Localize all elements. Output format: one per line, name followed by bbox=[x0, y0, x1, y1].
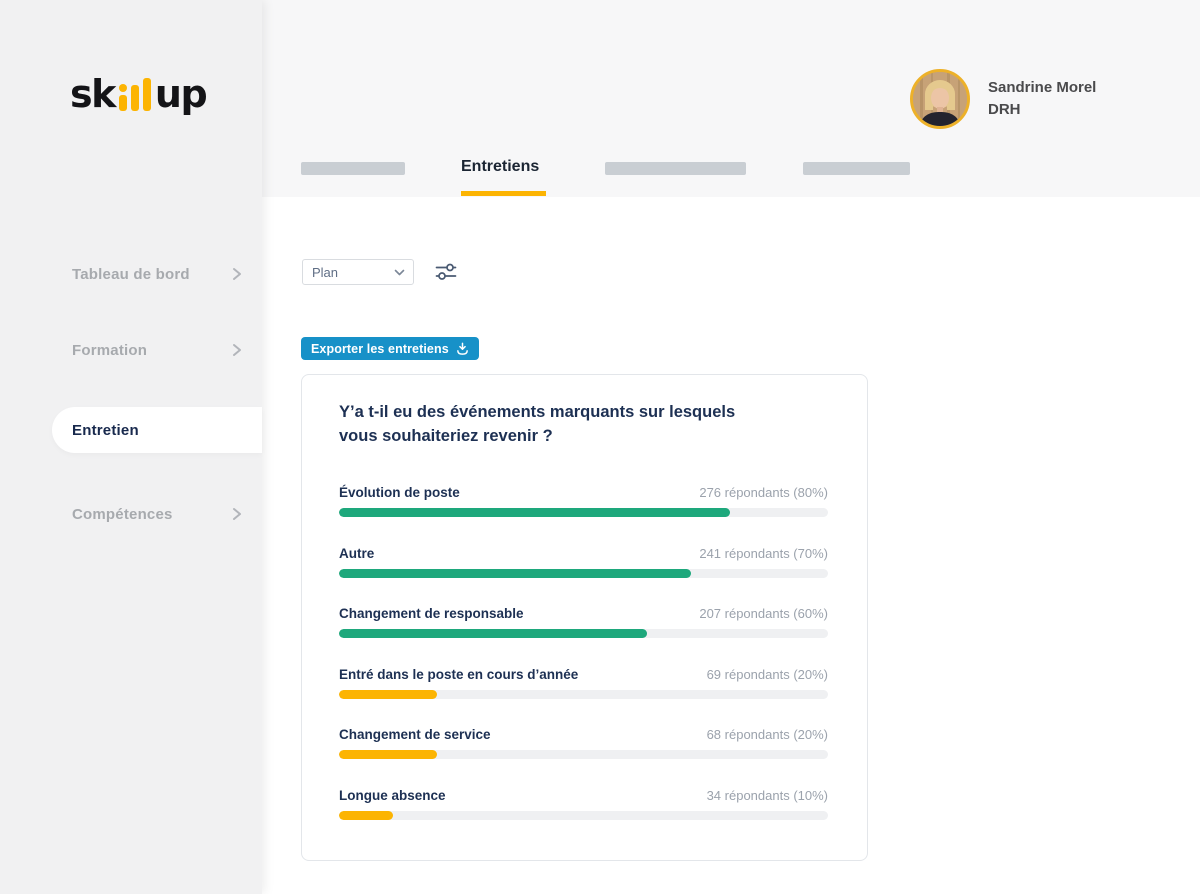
sidebar-item-label: Formation bbox=[72, 342, 147, 359]
survey-row: Changement de responsable 207 répondants… bbox=[339, 606, 828, 638]
sidebar-item-entretien[interactable]: Entretien bbox=[52, 407, 262, 453]
skillup-logo: sk up bbox=[70, 74, 206, 114]
survey-row: Longue absence 34 répondants (10%) bbox=[339, 788, 828, 820]
answer-bar-fill bbox=[339, 750, 437, 759]
user-avatar[interactable] bbox=[910, 69, 970, 129]
answer-stat: 207 répondants (60%) bbox=[699, 606, 828, 621]
user-role: DRH bbox=[988, 99, 1096, 121]
plan-select-value: Plan bbox=[312, 265, 338, 280]
answer-stat: 34 répondants (10%) bbox=[707, 788, 828, 803]
answer-bar-track bbox=[339, 690, 828, 699]
sidebar-item-label: Compétences bbox=[72, 506, 173, 523]
user-name: Sandrine Morel bbox=[988, 77, 1096, 99]
logo-text-prefix: sk bbox=[70, 74, 115, 114]
export-button-label: Exporter les entretiens bbox=[311, 342, 449, 356]
answer-stat: 241 répondants (70%) bbox=[699, 546, 828, 561]
chevron-right-icon bbox=[232, 343, 242, 357]
export-interviews-button[interactable]: Exporter les entretiens bbox=[301, 337, 479, 360]
plan-select[interactable]: Plan bbox=[302, 259, 414, 285]
sidebar-item-label: Tableau de bord bbox=[72, 266, 190, 283]
sidebar-item-competences[interactable]: Compétences bbox=[0, 498, 262, 530]
tab-placeholder-3[interactable] bbox=[803, 162, 910, 175]
avatar-photo bbox=[913, 72, 967, 126]
sidebar-item-tableau-de-bord[interactable]: Tableau de bord bbox=[0, 258, 262, 290]
download-icon bbox=[456, 342, 469, 355]
chevron-right-icon bbox=[232, 267, 242, 281]
answer-label: Autre bbox=[339, 546, 374, 561]
answer-label: Évolution de poste bbox=[339, 485, 460, 500]
answer-bar-fill bbox=[339, 690, 437, 699]
sidebar-item-label: Entretien bbox=[72, 422, 139, 439]
answer-stat: 69 répondants (20%) bbox=[707, 667, 828, 682]
main-content: Plan Exporter les entretiens bbox=[262, 197, 1200, 894]
top-header: Sandrine Morel DRH Entretiens bbox=[262, 0, 1200, 197]
logo-text-suffix: up bbox=[155, 74, 206, 114]
answer-label: Longue absence bbox=[339, 788, 446, 803]
answer-bar-track bbox=[339, 629, 828, 638]
filter-sliders-icon[interactable] bbox=[435, 262, 457, 282]
sidebar: sk up Tableau de bord Formation Entretie… bbox=[0, 0, 262, 894]
answer-label: Entré dans le poste en cours d’année bbox=[339, 667, 578, 682]
answer-stat: 68 répondants (20%) bbox=[707, 727, 828, 742]
logo-bars-icon bbox=[119, 78, 151, 111]
tab-placeholder-1[interactable] bbox=[301, 162, 405, 175]
survey-question-card: Y’a t-il eu des événements marquants sur… bbox=[301, 374, 868, 861]
tab-placeholder-2[interactable] bbox=[605, 162, 746, 175]
chevron-down-icon bbox=[394, 269, 405, 277]
answer-stat: 276 répondants (80%) bbox=[699, 485, 828, 500]
survey-question-title: Y’a t-il eu des événements marquants sur… bbox=[339, 401, 771, 449]
tab-entretiens[interactable]: Entretiens bbox=[461, 158, 539, 176]
user-info: Sandrine Morel DRH bbox=[988, 77, 1096, 121]
active-tab-underline bbox=[461, 191, 546, 196]
survey-row: Entré dans le poste en cours d’année 69 … bbox=[339, 667, 828, 699]
answer-bar-fill bbox=[339, 569, 691, 578]
answer-bar-track bbox=[339, 811, 828, 820]
answer-bar-fill bbox=[339, 811, 393, 820]
answer-label: Changement de responsable bbox=[339, 606, 524, 621]
chevron-right-icon bbox=[232, 507, 242, 521]
answer-bar-fill bbox=[339, 629, 647, 638]
answer-bar-fill bbox=[339, 508, 730, 517]
sidebar-item-formation[interactable]: Formation bbox=[0, 334, 262, 366]
answer-label: Changement de service bbox=[339, 727, 491, 742]
survey-row: Évolution de poste 276 répondants (80%) bbox=[339, 485, 828, 517]
survey-row: Changement de service 68 répondants (20%… bbox=[339, 727, 828, 759]
answer-bar-track bbox=[339, 750, 828, 759]
answer-bar-track bbox=[339, 508, 828, 517]
survey-row: Autre 241 répondants (70%) bbox=[339, 546, 828, 578]
answer-bar-track bbox=[339, 569, 828, 578]
